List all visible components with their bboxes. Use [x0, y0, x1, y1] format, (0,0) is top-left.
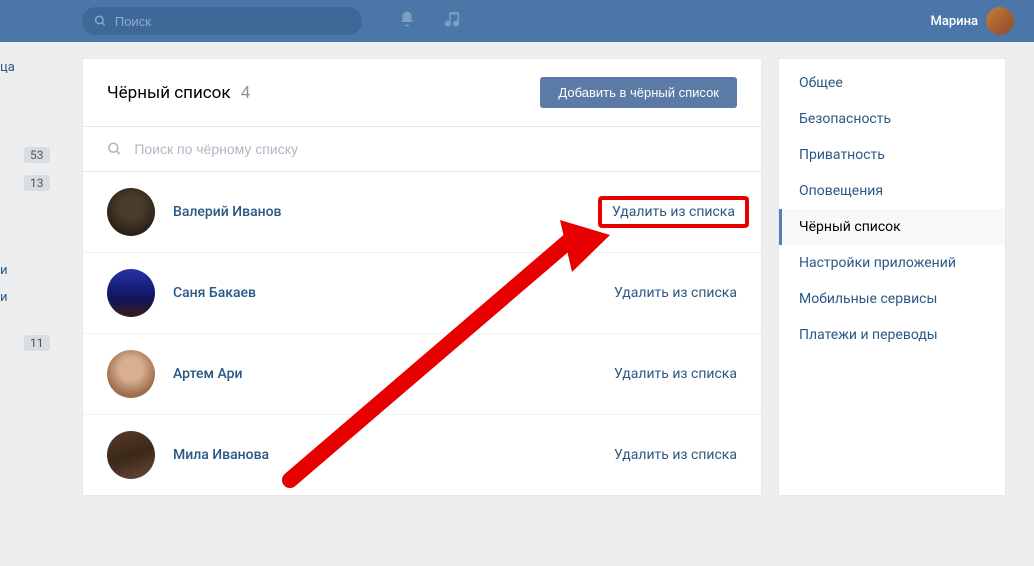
- sidebar-item-mobile[interactable]: Мобильные сервисы: [779, 281, 1005, 317]
- page-title: Чёрный список 4: [107, 83, 250, 103]
- list-item: Саня Бакаев Удалить из списка: [83, 253, 761, 334]
- nav-badge: 53: [24, 147, 50, 163]
- remove-from-list-button[interactable]: Удалить из списка: [612, 204, 735, 220]
- nav-badge: 11: [24, 335, 50, 351]
- list-item: Валерий Иванов Удалить из списка: [83, 172, 761, 253]
- highlight-annotation: Удалить из списка: [598, 196, 749, 228]
- bell-icon[interactable]: [398, 10, 416, 32]
- add-to-blacklist-button[interactable]: Добавить в чёрный список: [540, 77, 737, 108]
- sidebar-item-blacklist[interactable]: Чёрный список: [779, 209, 1005, 245]
- user-link[interactable]: Артем Ари: [173, 366, 243, 382]
- avatar[interactable]: [107, 350, 155, 398]
- settings-sidebar: Общее Безопасность Приватность Оповещени…: [778, 58, 1006, 496]
- avatar[interactable]: [107, 188, 155, 236]
- search-icon: [107, 141, 122, 157]
- username: Марина: [930, 14, 978, 29]
- sidebar-item-notifications[interactable]: Оповещения: [779, 173, 1005, 209]
- user-link[interactable]: Саня Бакаев: [173, 285, 256, 301]
- count-badge: 4: [241, 83, 251, 103]
- nav-text: и: [0, 263, 8, 278]
- topbar-icons: [398, 10, 462, 32]
- user-link[interactable]: Мила Иванова: [173, 447, 269, 463]
- global-search-input[interactable]: [115, 14, 350, 29]
- global-search[interactable]: [82, 7, 362, 35]
- sidebar-item-privacy[interactable]: Приватность: [779, 137, 1005, 173]
- list-item: Мила Иванова Удалить из списка: [83, 415, 761, 495]
- blacklist-panel: Чёрный список 4 Добавить в чёрный список…: [82, 58, 762, 496]
- left-nav-fragment: ца 53 13 и и 11: [0, 54, 60, 357]
- blacklist-search[interactable]: [83, 127, 761, 172]
- sidebar-item-security[interactable]: Безопасность: [779, 101, 1005, 137]
- remove-from-list-button[interactable]: Удалить из списка: [614, 285, 737, 301]
- remove-from-list-button[interactable]: Удалить из списка: [614, 447, 737, 463]
- list-item: Артем Ари Удалить из списка: [83, 334, 761, 415]
- nav-text: ца: [0, 54, 60, 81]
- avatar[interactable]: [107, 269, 155, 317]
- sidebar-item-payments[interactable]: Платежи и переводы: [779, 317, 1005, 353]
- nav-badge: 13: [24, 175, 50, 191]
- sidebar-item-apps[interactable]: Настройки приложений: [779, 245, 1005, 281]
- sidebar-item-general[interactable]: Общее: [779, 65, 1005, 101]
- avatar[interactable]: [107, 431, 155, 479]
- panel-header: Чёрный список 4 Добавить в чёрный список: [83, 59, 761, 127]
- search-icon: [94, 14, 107, 28]
- avatar: [986, 7, 1014, 35]
- nav-text: и: [0, 290, 8, 305]
- user-link[interactable]: Валерий Иванов: [173, 204, 282, 220]
- remove-from-list-button[interactable]: Удалить из списка: [614, 366, 737, 382]
- music-icon[interactable]: [444, 10, 462, 32]
- topbar-user[interactable]: Марина: [930, 7, 1014, 35]
- topbar: Марина: [0, 0, 1034, 42]
- blacklist-search-input[interactable]: [134, 141, 737, 157]
